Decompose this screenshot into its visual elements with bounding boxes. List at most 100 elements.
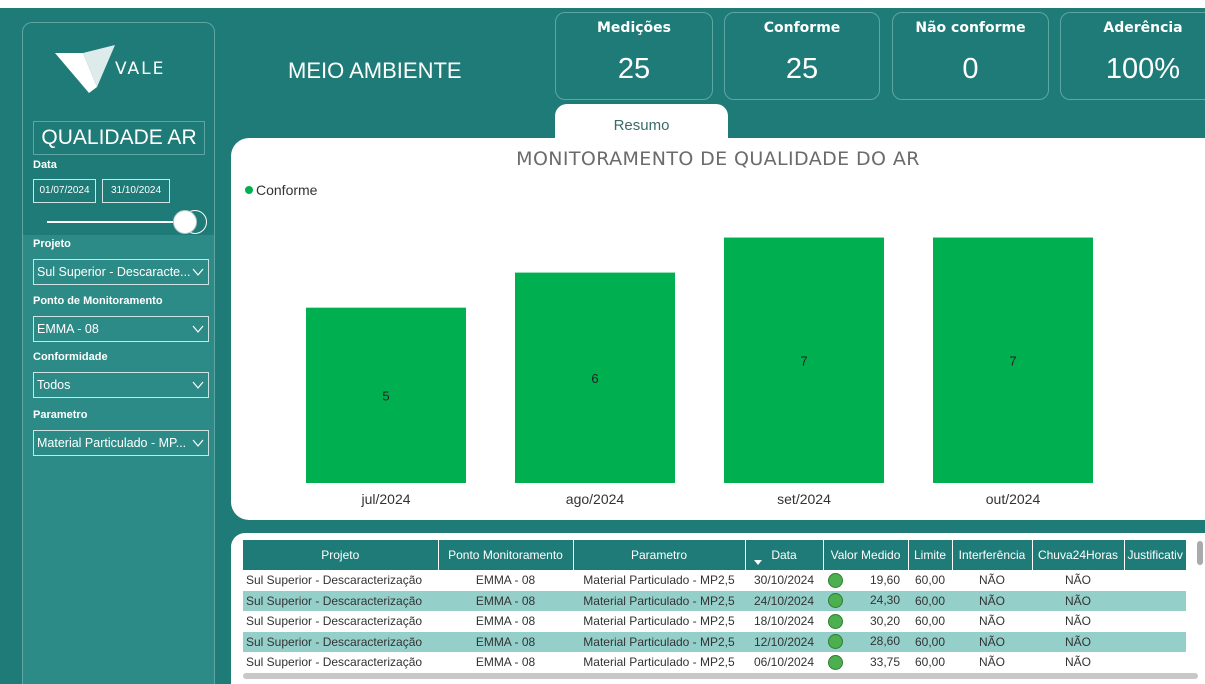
table-row[interactable]: Sul Superior - Descaracterização EMMA - 0… [243,611,1186,632]
kpi-aderencia: Aderência 100% [1060,12,1205,100]
column-header[interactable]: Ponto Monitoramento [438,540,574,570]
table-cell: Material Particulado - MP2,5 [583,655,735,670]
table-cell [1124,570,1186,591]
table-card: Projeto Ponto Monitoramento Parametro Data V… [231,533,1205,684]
column-header[interactable]: Data [745,540,824,570]
table-cell: EMMA - 08 [475,655,536,670]
column-header[interactable]: Chuva24Horas [1032,540,1125,570]
conformidade-dropdown[interactable]: Todos [33,372,209,398]
kpi-nao-conforme: Não conforme 0 [892,12,1049,100]
table-cell: 24/10/2024 [745,590,823,611]
parametro-dropdown[interactable]: Material Particulado - MP... [33,430,209,456]
table-cell: 28,60 [823,631,908,652]
filter-label-ponto: Ponto de Monitoramento [33,295,163,307]
column-header[interactable]: Justificativ [1124,540,1187,570]
table-cell: NÃO [978,614,1005,629]
status-circle-icon [828,654,843,670]
table-cell: NÃO [1064,573,1091,588]
kpi-value: 25 [617,53,651,85]
table-cell: Sul Superior - Descaracterização [246,614,423,629]
kpi-value: 0 [962,53,979,85]
date-label: Data [33,159,57,171]
kpi-medicoes: Medições 25 [555,12,713,100]
table-cell [1124,590,1186,611]
status-circle-icon [828,634,843,650]
bar-data-label: 7 [800,353,807,368]
chart-card: MONITORAMENTO DE QUALIDADE DO AR Conform… [231,138,1205,520]
table-row[interactable]: Sul Superior - Descaracterização EMMA - 0… [243,652,1186,673]
bar-data-label: 7 [1009,353,1016,368]
vertical-scrollbar[interactable] [1197,541,1203,565]
table-cell: NÃO [978,573,1005,588]
table-cell: Sul Superior - Descaracterização [246,573,423,588]
table-cell: Material Particulado - MP2,5 [583,614,735,629]
table-cell: 30,20 [823,611,908,632]
vale-logo-text: VALE [115,59,166,79]
table-cell: 60,00 [908,590,952,611]
filter-label-conformidade: Conformidade [33,351,108,363]
table-cell: EMMA - 08 [438,631,573,652]
status-circle-icon [828,593,843,609]
table-cell: 12/10/2024 [745,631,823,652]
table-cell: Material Particulado - MP2,5 [583,573,735,588]
table-cell: EMMA - 08 [475,614,536,629]
table-cell: EMMA - 08 [438,590,573,611]
chevron-down-icon [192,381,204,389]
sort-descending-icon[interactable] [753,560,762,565]
table-row[interactable]: Sul Superior - Descaracterização EMMA - 0… [243,590,1186,611]
ponto-monitoramento-dropdown[interactable]: EMMA - 08 [33,316,209,342]
date-start-input[interactable]: 01/07/2024 [33,179,96,203]
x-tick-label: jul/2024 [360,491,410,507]
table-row[interactable]: Sul Superior - Descaracterização EMMA - 0… [243,570,1186,591]
table-header-row: Projeto Ponto Monitoramento Parametro Data V… [243,540,1187,570]
filter-label-projeto: Projeto [33,238,71,250]
column-header[interactable]: Interferência [952,540,1033,570]
chevron-down-icon [192,439,204,447]
table-cell [1124,652,1186,673]
table-cell: NÃO [1032,631,1124,652]
status-circle-icon [828,572,843,588]
table-row[interactable]: Sul Superior - Descaracterização EMMA - 0… [243,631,1186,652]
date-end-input[interactable]: 31/10/2024 [102,179,170,203]
kpi-label: Conforme [763,20,841,36]
horizontal-scrollbar[interactable] [243,673,1198,679]
table-cell: Sul Superior - Descaracterização [246,655,423,670]
kpi-label: Medições [597,20,671,36]
table-cell [1124,631,1186,652]
column-header[interactable]: Limite [908,540,953,570]
table-cell: Material Particulado - MP2,5 [573,631,745,652]
projeto-dropdown-value: Sul Superior - Descaracte... [37,265,191,279]
table-cell [1124,611,1186,632]
kpi-label: Aderência [1103,20,1183,36]
sidebar: VALE QUALIDADE AR Data 01/07/2024 31/10/… [22,22,215,684]
table-cell: 60,00 [914,614,946,629]
chevron-down-icon [192,325,204,333]
x-tick-label: out/2024 [986,491,1041,507]
column-header[interactable]: Valor Medido [823,540,909,570]
bar-chart: 5 jul/2024 6 ago/2024 7 set/2024 7 out/2024 [306,237,1093,507]
kpi-label: Não conforme [915,20,1026,36]
x-tick-label: ago/2024 [566,491,625,507]
column-header[interactable]: Parametro [573,540,746,570]
column-header[interactable]: Projeto [243,540,439,570]
ponto-dropdown-value: EMMA - 08 [37,322,99,336]
date-slider-handle-end[interactable] [173,210,197,234]
table-cell: NÃO [952,590,1032,611]
table-cell: 30/10/2024 [753,573,815,588]
table-body: Sul Superior - Descaracterização EMMA - 0… [243,570,1186,673]
table-cell: NÃO [1064,614,1091,629]
table-cell: NÃO [978,655,1005,670]
table-cell: NÃO [1064,655,1091,670]
header-title: MEIO AMBIENTE [288,58,462,83]
table-cell: 60,00 [914,655,946,670]
kpi-value: 25 [785,53,819,85]
table-cell: EMMA - 08 [475,573,536,588]
table-cell: 06/10/2024 [753,655,815,670]
measurements-table: Projeto Ponto Monitoramento Parametro Data V… [243,540,1187,673]
table-cell: NÃO [952,631,1032,652]
projeto-dropdown[interactable]: Sul Superior - Descaracte... [33,259,209,285]
conformidade-dropdown-value: Todos [37,378,71,392]
status-circle-icon [828,613,843,629]
kpi-conforme: Conforme 25 [724,12,880,100]
page-title: QUALIDADE AR [33,121,205,155]
